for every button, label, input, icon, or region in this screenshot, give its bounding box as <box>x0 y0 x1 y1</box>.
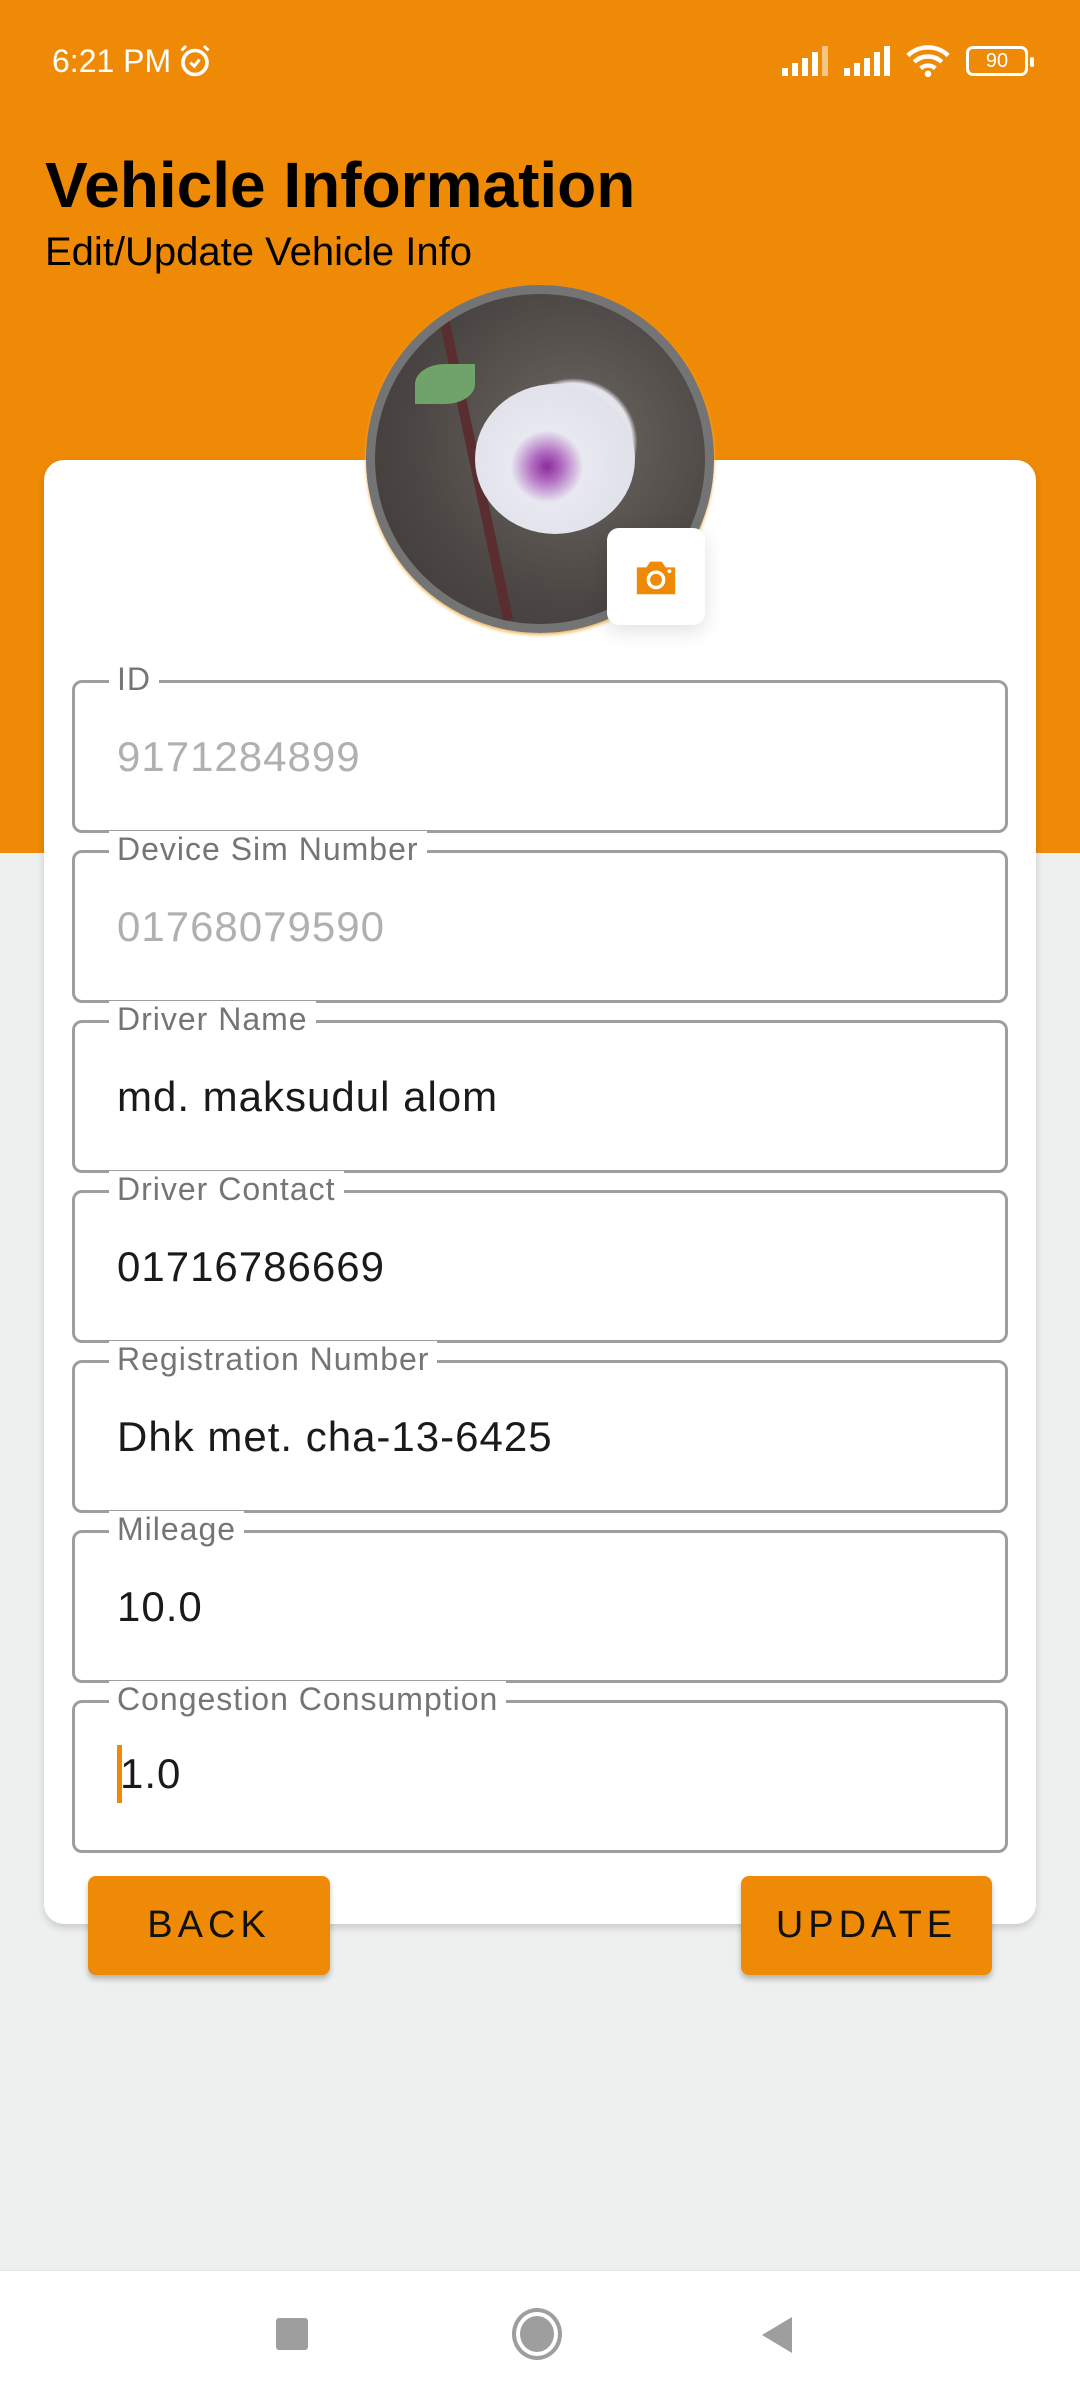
field-value: 1.0 <box>120 1750 182 1797</box>
back-nav-button[interactable] <box>758 2315 794 2355</box>
field-label: Device Sim Number <box>109 831 427 868</box>
field-value: Dhk met. cha-13-6425 <box>117 1413 553 1460</box>
update-button[interactable]: UPDATE <box>741 1876 992 1975</box>
field-value: md. maksudul alom <box>117 1073 499 1120</box>
camera-icon <box>636 561 676 594</box>
field-value: 01716786669 <box>117 1243 385 1290</box>
signal-icon-2 <box>844 46 890 76</box>
status-bar: 6:21 PM 90 <box>52 36 1034 86</box>
battery-level: 90 <box>985 49 1009 72</box>
device-sim-number-field[interactable]: Device Sim Number 01768079590 <box>72 831 1008 1003</box>
home-button[interactable] <box>512 2308 562 2360</box>
change-photo-button[interactable] <box>607 528 705 625</box>
field-label: Driver Contact <box>109 1171 344 1208</box>
field-label: Congestion Consumption <box>109 1681 507 1718</box>
page-title: Vehicle Information <box>45 149 636 221</box>
field-value: 10.0 <box>117 1583 203 1630</box>
back-button[interactable]: BACK <box>88 1876 330 1975</box>
driver-contact-field[interactable]: Driver Contact 01716786669 <box>72 1171 1008 1343</box>
field-value: 01768079590 <box>117 903 385 950</box>
driver-name-field[interactable]: Driver Name md. maksudul alom <box>72 1001 1008 1173</box>
registration-number-field[interactable]: Registration Number Dhk met. cha-13-6425 <box>72 1341 1008 1513</box>
field-label: ID <box>109 661 159 698</box>
battery-icon: 90 <box>966 46 1034 76</box>
recents-button[interactable] <box>276 2318 308 2350</box>
mileage-field[interactable]: Mileage 10.0 <box>72 1511 1008 1683</box>
signal-icon-1 <box>782 46 828 76</box>
congestion-consumption-field[interactable]: Congestion Consumption 1.0 <box>72 1681 1008 1853</box>
field-value-wrap: 1.0 <box>117 1745 181 1803</box>
wifi-icon <box>906 45 950 78</box>
status-time: 6:21 PM <box>52 42 172 79</box>
alarm-icon <box>180 44 210 77</box>
field-label: Driver Name <box>109 1001 316 1038</box>
navigation-bar <box>0 2270 1080 2400</box>
field-value: 9171284899 <box>117 733 361 780</box>
id-field[interactable]: ID 9171284899 <box>72 661 1008 833</box>
field-label: Mileage <box>109 1511 245 1548</box>
page-subtitle: Edit/Update Vehicle Info <box>45 230 472 274</box>
field-label: Registration Number <box>109 1341 438 1378</box>
